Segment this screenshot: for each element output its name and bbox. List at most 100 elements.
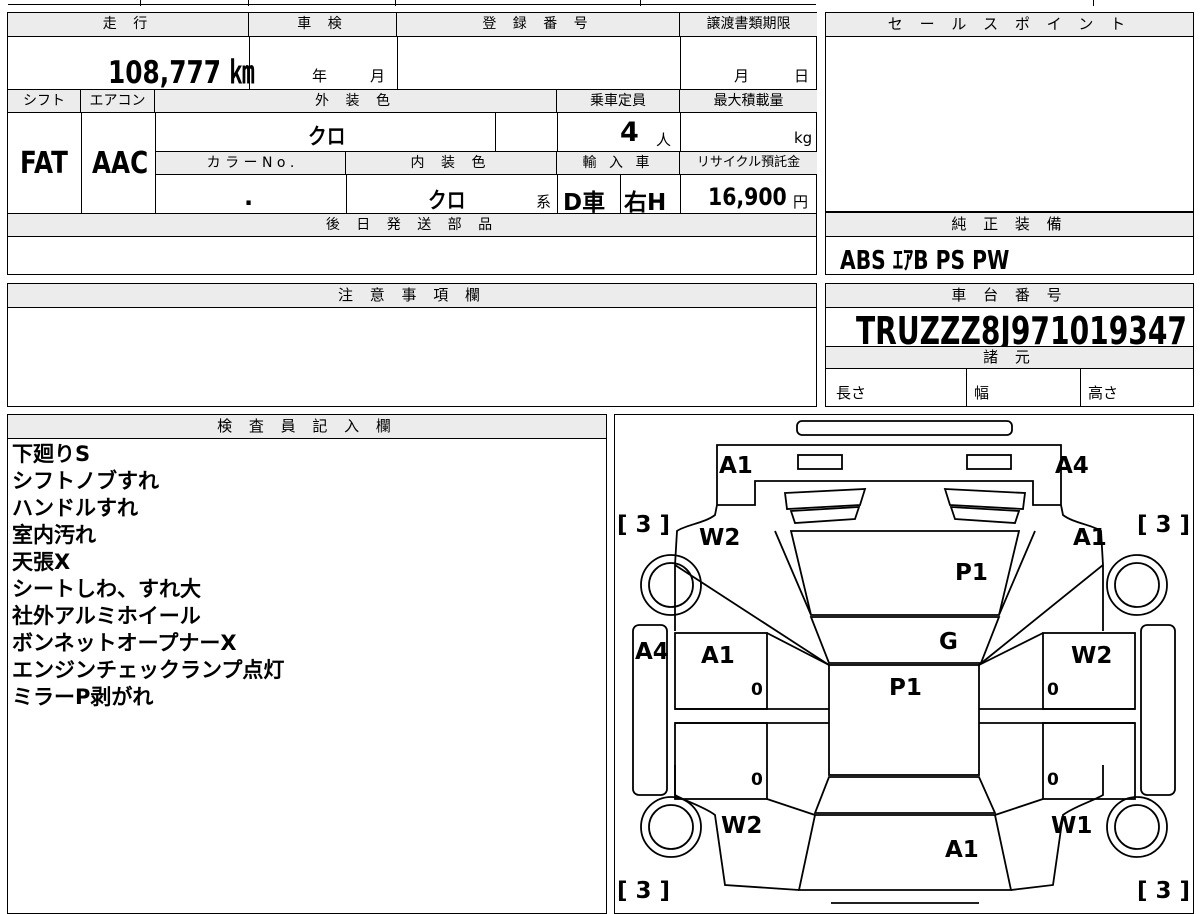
tire-rear-right-inner (1114, 804, 1160, 850)
ac-header: エアコン (81, 90, 155, 113)
shaken-header: 車 検 (249, 13, 397, 37)
later-parts-header: 後 日 発 送 部 品 (8, 214, 816, 237)
tire-front-right-inner (1114, 562, 1160, 608)
registration-header: 登 録 番 号 (397, 13, 680, 37)
mileage-value: 108,777 ㎞ (108, 55, 255, 91)
mark-door-fr-zero: 0 (1047, 680, 1059, 700)
inspector-note-line: シフトノブすれ (12, 469, 159, 493)
divider (1080, 369, 1081, 407)
shaken-month-label: 月 (370, 67, 386, 85)
divider (81, 113, 82, 213)
mark-tire-rl: [ 3 ] (617, 878, 670, 904)
inspector-note-line: ボンネットオープナーX (12, 631, 237, 655)
headlight-left (797, 454, 843, 470)
windshield-panel (809, 616, 1001, 664)
shaken-year-label: 年 (312, 67, 328, 85)
import-value-2: 右H (624, 190, 667, 216)
mark-tire-rr: [ 3 ] (1137, 878, 1190, 904)
mark-tire-fr: [ 3 ] (1137, 512, 1190, 538)
chassis-box: 車 台 番 号 TRUZZZ8J971019347 諸 元 長さ 幅 高さ (825, 283, 1194, 407)
color-no-header: カ ラ ー N o . (156, 152, 346, 175)
mark-hood: P1 (955, 560, 988, 586)
sales-point-header: セ ー ル ス ポ イ ン ト (826, 13, 1193, 37)
inspector-note-line: ミラーP剥がれ (12, 685, 154, 709)
mileage-header: 走 行 (8, 13, 249, 37)
mark-door-fr: W2 (1071, 643, 1112, 669)
capacity-header: 乗車定員 (557, 90, 680, 113)
mark-door-fl-zero: 0 (751, 680, 763, 700)
sales-point-box: セ ー ル ス ポ イ ン ト (825, 12, 1194, 212)
divider (680, 37, 681, 89)
top-edge-tick (640, 0, 641, 6)
tire-front-left-inner (648, 562, 694, 608)
mark-roof: P1 (889, 675, 922, 701)
car-diagram: A1 A4 [ 3 ] [ 3 ] W2 A1 P1 A4 A1 G W2 P1… (617, 420, 1190, 904)
mark-tire-fl: [ 3 ] (617, 512, 670, 538)
divider (346, 175, 347, 213)
inspector-note-line: 下廻りS (12, 442, 91, 466)
mark-fender-fl: W2 (699, 525, 740, 551)
mark-door-fl: A1 (701, 643, 735, 669)
notes-box: 注 意 事 項 欄 (7, 283, 817, 407)
tire-front-left (640, 554, 702, 616)
tire-rear-right (1106, 796, 1168, 858)
front-panel (716, 444, 1062, 506)
mark-side-left: A4 (635, 639, 669, 665)
grille-left (783, 488, 867, 510)
ext-color-value: クロ (308, 125, 346, 150)
trunk-panel (797, 814, 1013, 891)
inspector-note-line: ハンドルすれ (12, 496, 138, 520)
front-bumper (796, 420, 1013, 436)
inspector-note-line: 社外アルミホイール (12, 604, 201, 628)
mark-door-rl-zero: 0 (751, 770, 763, 790)
divider (495, 113, 496, 151)
height-label: 高さ (1088, 384, 1119, 402)
width-label: 幅 (974, 384, 990, 402)
deadline-month-label: 月 (734, 67, 750, 85)
import-value-1: D車 (563, 190, 606, 216)
recycle-value: 16,900 (708, 183, 787, 211)
mark-fender-rl: W2 (721, 813, 762, 839)
door-right-seam (979, 708, 1135, 724)
side-skirt-right (1140, 624, 1176, 796)
deadline-day-label: 日 (794, 67, 810, 85)
mark-front-left: A1 (719, 453, 753, 479)
mark-fender-rr: W1 (1051, 813, 1092, 839)
shift-value: FAT (20, 146, 68, 181)
length-label: 長さ (836, 384, 867, 402)
divider (620, 175, 621, 213)
inspector-note-line: 天張X (12, 550, 71, 574)
top-edge-tick (248, 0, 249, 6)
inspector-notes-list: 下廻りS シフトノブすれ ハンドルすれ 室内汚れ 天張X シートしわ、すれ大 社… (12, 441, 284, 711)
top-edge-line (8, 4, 816, 5)
genuine-equipment-header: 純 正 装 備 (826, 213, 1193, 237)
deadline-header: 譲渡書類期限 (680, 13, 817, 37)
mark-fender-fr: A1 (1073, 525, 1107, 551)
car-diagram-box: A1 A4 [ 3 ] [ 3 ] W2 A1 P1 A4 A1 G W2 P1… (614, 414, 1194, 914)
ac-value: AAC (92, 146, 149, 181)
inspector-header: 検 査 員 記 入 欄 (8, 415, 606, 439)
tire-rear-left-inner (648, 804, 694, 850)
int-color-suffix: 系 (536, 193, 552, 211)
inspector-note-line: シートしわ、すれ大 (12, 577, 201, 601)
grille-right-inner (949, 506, 1021, 524)
top-edge-tick (1093, 0, 1094, 6)
inspector-box: 検 査 員 記 入 欄 下廻りS シフトノブすれ ハンドルすれ 室内汚れ 天張X… (7, 414, 607, 914)
mark-front-right: A4 (1055, 453, 1089, 479)
inspector-note-line: エンジンチェックランプ点灯 (12, 658, 285, 682)
recycle-unit: 円 (793, 193, 809, 211)
notes-header: 注 意 事 項 欄 (8, 284, 816, 308)
door-left-seam (675, 708, 829, 724)
rear-window (813, 776, 997, 814)
shift-header: シフト (8, 90, 81, 113)
int-color-value: クロ (428, 189, 466, 214)
mark-rear: A1 (945, 837, 979, 863)
genuine-equipment-value: ABS ｴｱB PS PW (840, 246, 1010, 276)
door-right-edge (978, 632, 1044, 816)
top-edge-tick (140, 0, 141, 6)
grille-right (943, 488, 1027, 510)
capacity-value: 4 (620, 117, 639, 148)
genuine-equipment-box: 純 正 装 備 ABS ｴｱB PS PW (825, 212, 1194, 276)
capacity-unit: 人 (656, 131, 672, 149)
recycle-header: リサイクル預託金 (680, 152, 817, 175)
